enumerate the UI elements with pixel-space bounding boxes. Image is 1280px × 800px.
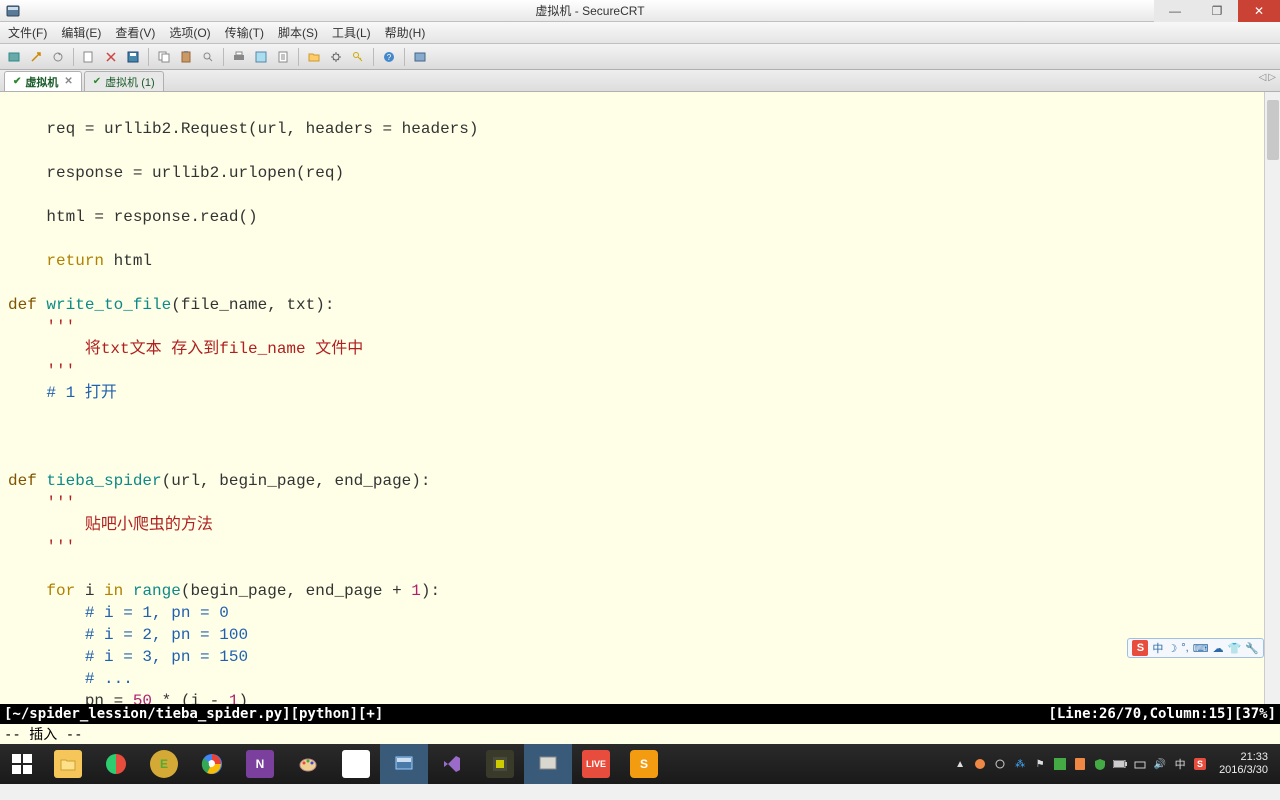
tab-vm-1[interactable]: ✔ 虚拟机 ✕ bbox=[4, 71, 82, 91]
toolbar-extra-icon[interactable] bbox=[410, 47, 430, 67]
taskbar-paint[interactable] bbox=[284, 744, 332, 784]
tray-bluetooth-icon[interactable]: ⁂ bbox=[1013, 757, 1027, 771]
tab-label: 虚拟机 (1) bbox=[105, 74, 155, 90]
ime-lang[interactable]: 中 bbox=[1152, 640, 1163, 656]
reconnect-icon[interactable] bbox=[48, 47, 68, 67]
tray-volume-icon[interactable]: 🔊 bbox=[1153, 757, 1167, 771]
menu-options[interactable]: 选项(O) bbox=[169, 24, 210, 41]
help-icon[interactable]: ? bbox=[379, 47, 399, 67]
copy-icon[interactable] bbox=[154, 47, 174, 67]
terminal-content: req = urllib2.Request(url, headers = hea… bbox=[0, 92, 1280, 704]
taskbar-app-2[interactable]: E bbox=[140, 744, 188, 784]
check-icon: ✔ bbox=[13, 76, 21, 87]
tab-next-icon[interactable]: ▷ bbox=[1268, 72, 1276, 83]
taskbar-sogou[interactable]: S bbox=[620, 744, 668, 784]
properties-icon[interactable] bbox=[251, 47, 271, 67]
menu-file[interactable]: 文件(F) bbox=[8, 24, 47, 41]
tray-sync-icon[interactable] bbox=[993, 757, 1007, 771]
tray-date: 2016/3/30 bbox=[1219, 764, 1268, 777]
tray-ime-s[interactable]: S bbox=[1193, 757, 1207, 771]
taskbar-securecrt[interactable] bbox=[380, 744, 428, 784]
minimize-button[interactable]: — bbox=[1154, 0, 1196, 22]
maximize-button[interactable]: ❐ bbox=[1196, 0, 1238, 22]
taskbar-chrome[interactable] bbox=[188, 744, 236, 784]
menu-tools[interactable]: 工具(L) bbox=[332, 24, 371, 41]
new-session-icon[interactable] bbox=[79, 47, 99, 67]
punct-icon[interactable]: °, bbox=[1181, 642, 1188, 654]
taskbar-onenote[interactable]: N bbox=[236, 744, 284, 784]
ime-toolbar[interactable]: S 中 ☽ °, ⌨ ☁ 👕 🔧 bbox=[1127, 638, 1264, 658]
tray-shield-icon[interactable] bbox=[973, 757, 987, 771]
start-button[interactable] bbox=[0, 744, 44, 784]
vim-modeline: -- 插入 -- bbox=[0, 724, 1280, 744]
tray-battery-icon[interactable] bbox=[1113, 757, 1127, 771]
taskbar-app-3[interactable] bbox=[332, 744, 380, 784]
app-icon bbox=[4, 2, 22, 20]
taskbar-live[interactable]: LIVE bbox=[572, 744, 620, 784]
tray-ime-zh[interactable]: 中 bbox=[1173, 757, 1187, 771]
find-icon[interactable] bbox=[198, 47, 218, 67]
toolbar: ? bbox=[0, 44, 1280, 70]
tray-av-icon[interactable] bbox=[1053, 757, 1067, 771]
menu-script[interactable]: 脚本(S) bbox=[278, 24, 318, 41]
tab-prev-icon[interactable]: ◁ bbox=[1259, 72, 1267, 83]
tray-network-icon[interactable] bbox=[1133, 757, 1147, 771]
taskbar-visualstudio[interactable] bbox=[428, 744, 476, 784]
system-tray: ▲ ⁂ ⚑ 🔊 中 S 21:33 2016/3/30 bbox=[947, 751, 1280, 777]
moon-icon[interactable]: ☽ bbox=[1167, 642, 1177, 655]
tabbar: ✔ 虚拟机 ✕ ✔ 虚拟机 (1) ◁ ▷ bbox=[0, 70, 1280, 92]
taskbar-explorer[interactable] bbox=[44, 744, 92, 784]
connect-icon[interactable] bbox=[4, 47, 24, 67]
tray-flag-icon[interactable]: ⚑ bbox=[1033, 757, 1047, 771]
tab-vm-2[interactable]: ✔ 虚拟机 (1) bbox=[84, 71, 164, 91]
save-icon[interactable] bbox=[123, 47, 143, 67]
scrollbar[interactable] bbox=[1264, 92, 1280, 704]
sogou-icon[interactable]: S bbox=[1132, 640, 1148, 656]
folder-icon[interactable] bbox=[304, 47, 324, 67]
menu-help[interactable]: 帮助(H) bbox=[385, 24, 426, 41]
settings-icon[interactable]: 🔧 bbox=[1245, 642, 1259, 655]
tray-time: 21:33 bbox=[1219, 751, 1268, 764]
quick-connect-icon[interactable] bbox=[26, 47, 46, 67]
vim-statusline: [~/spider_lession/tieba_spider.py][pytho… bbox=[0, 704, 1280, 724]
check-icon: ✔ bbox=[93, 76, 101, 87]
scrollbar-thumb[interactable] bbox=[1267, 100, 1279, 160]
window-title: 虚拟机 - SecureCRT bbox=[26, 2, 1154, 19]
status-position: [Line:26/70,Column:15][37%] bbox=[1048, 706, 1276, 722]
tray-safe-icon[interactable] bbox=[1093, 757, 1107, 771]
status-file: [~/spider_lession/tieba_spider.py][pytho… bbox=[4, 706, 1048, 722]
taskbar-app-4[interactable] bbox=[476, 744, 524, 784]
keyboard-icon[interactable]: ⌨ bbox=[1193, 642, 1209, 655]
tab-close-icon[interactable]: ✕ bbox=[64, 76, 72, 87]
svg-text:?: ? bbox=[387, 53, 392, 62]
tray-up-icon[interactable]: ▲ bbox=[953, 757, 967, 771]
taskbar-app-1[interactable] bbox=[92, 744, 140, 784]
cloud-icon[interactable]: ☁ bbox=[1213, 642, 1224, 655]
tray-doc-icon[interactable] bbox=[1073, 757, 1087, 771]
paste-icon[interactable] bbox=[176, 47, 196, 67]
tab-label: 虚拟机 bbox=[25, 74, 58, 90]
titlebar: 虚拟机 - SecureCRT — ❐ ✕ bbox=[0, 0, 1280, 22]
vim-mode: -- 插入 -- bbox=[4, 724, 83, 744]
disconnect-icon[interactable] bbox=[101, 47, 121, 67]
taskbar-app-5[interactable] bbox=[524, 744, 572, 784]
skin-icon[interactable]: 👕 bbox=[1228, 642, 1242, 655]
tray-clock[interactable]: 21:33 2016/3/30 bbox=[1213, 751, 1274, 777]
taskbar: E N LIVE S ▲ ⁂ ⚑ 🔊 中 S 21:33 2016/3/30 bbox=[0, 744, 1280, 784]
close-button[interactable]: ✕ bbox=[1238, 0, 1280, 22]
menubar: 文件(F) 编辑(E) 查看(V) 选项(O) 传输(T) 脚本(S) 工具(L… bbox=[0, 22, 1280, 44]
settings-icon[interactable] bbox=[326, 47, 346, 67]
menu-edit[interactable]: 编辑(E) bbox=[61, 24, 101, 41]
print-icon[interactable] bbox=[229, 47, 249, 67]
tab-nav: ◁ ▷ bbox=[1259, 72, 1276, 83]
window-buttons: — ❐ ✕ bbox=[1154, 0, 1280, 21]
log-icon[interactable] bbox=[273, 47, 293, 67]
menu-view[interactable]: 查看(V) bbox=[115, 24, 155, 41]
menu-transfer[interactable]: 传输(T) bbox=[225, 24, 264, 41]
terminal[interactable]: req = urllib2.Request(url, headers = hea… bbox=[0, 92, 1280, 704]
key-icon[interactable] bbox=[348, 47, 368, 67]
